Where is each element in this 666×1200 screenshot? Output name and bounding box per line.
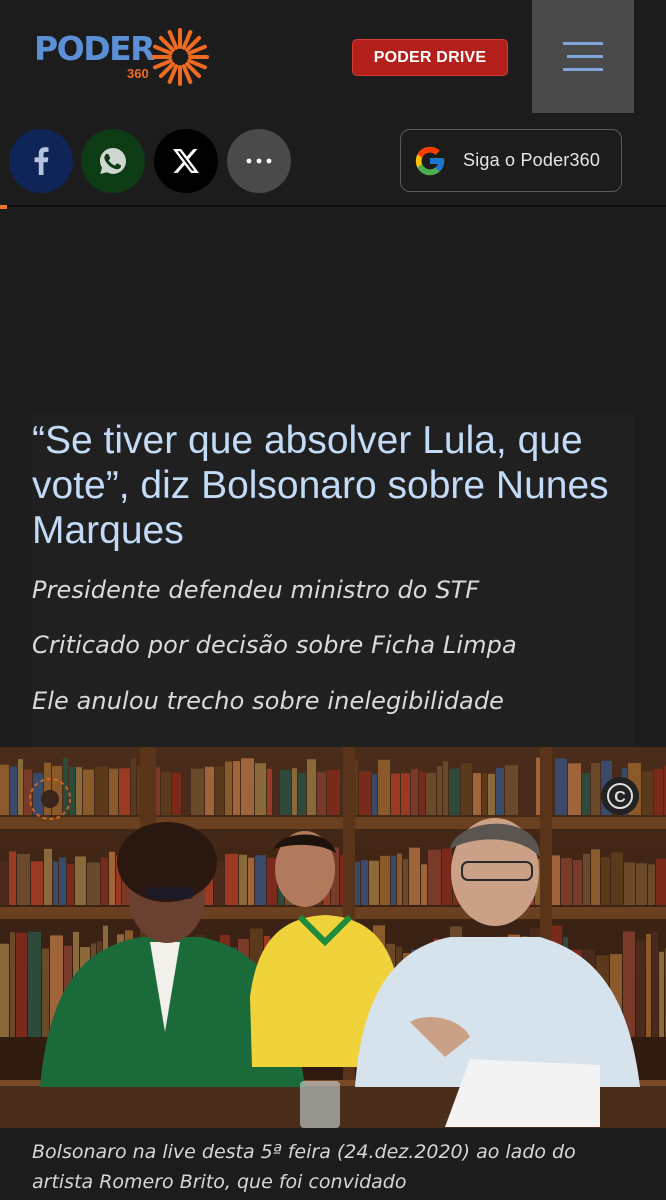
hamburger-icon xyxy=(563,41,603,71)
poder-drive-button[interactable]: PODER DRIVE xyxy=(352,39,508,76)
poder360-logo[interactable]: PODER 360 xyxy=(34,27,214,89)
article-header: “Se tiver que absolver Lula, que vote”, … xyxy=(32,413,634,747)
google-icon xyxy=(415,146,445,175)
header-divider xyxy=(0,205,666,207)
share-facebook-button[interactable] xyxy=(9,129,73,193)
article-subtitle: Ele anulou trecho sobre inelegibilidade xyxy=(32,687,505,715)
sun-logo-icon xyxy=(151,28,209,86)
logo-number: 360 xyxy=(127,66,149,81)
photo-caption: Bolsonaro na live desta 5ª feira (24.dez… xyxy=(32,1141,576,1193)
menu-button[interactable] xyxy=(532,0,634,113)
share-more-button[interactable] xyxy=(227,129,291,193)
facebook-icon xyxy=(34,147,49,175)
google-follow-label: Siga o Poder360 xyxy=(463,150,601,170)
more-icon xyxy=(246,158,272,164)
site-header: PODER 360 PODER DRIVE xyxy=(0,0,666,113)
svg-text:C: C xyxy=(614,789,626,806)
article-subtitle: Presidente defendeu ministro do STF xyxy=(32,576,480,604)
article-subtitle: Criticado por decisão sobre Ficha Limpa xyxy=(32,631,517,659)
google-follow-button[interactable]: Siga o Poder360 xyxy=(400,129,622,192)
photo-illustration: C xyxy=(0,747,666,1128)
article-photo[interactable]: C xyxy=(0,747,666,1128)
share-bar: Siga o Poder360 xyxy=(0,113,666,205)
whatsapp-icon xyxy=(100,148,126,174)
article-headline: “Se tiver que absolver Lula, que vote”, … xyxy=(32,419,609,552)
share-x-button[interactable] xyxy=(154,129,218,193)
copyright-badge-icon[interactable]: C xyxy=(601,777,639,815)
x-icon xyxy=(173,149,199,173)
share-whatsapp-button[interactable] xyxy=(81,129,145,193)
progress-accent xyxy=(0,205,7,209)
logo-wordmark: PODER xyxy=(34,29,156,68)
